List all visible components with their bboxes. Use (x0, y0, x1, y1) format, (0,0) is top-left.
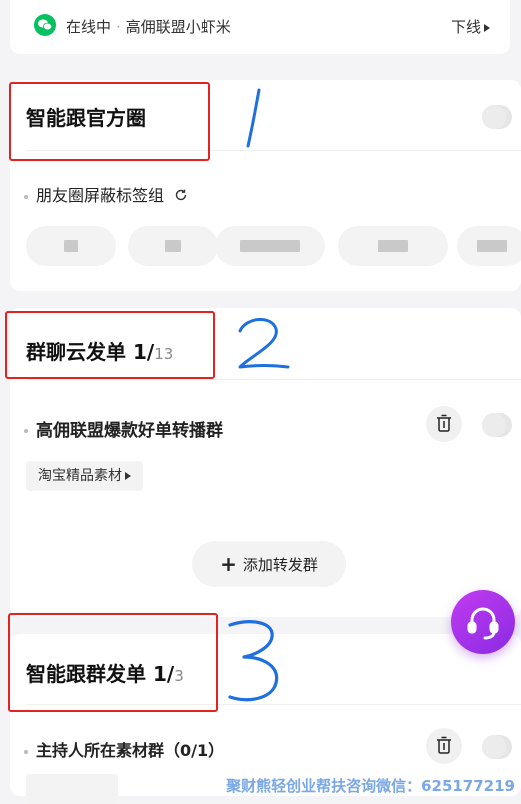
annotation-number-2 (238, 318, 290, 369)
customer-service-button[interactable] (451, 590, 515, 654)
add-forward-group-button[interactable]: + 添加转发群 (192, 541, 346, 587)
moments-row-label: 朋友圈屏蔽标签组 (24, 182, 188, 206)
smart-group-toggle[interactable] (482, 735, 512, 759)
material-select[interactable]: 淘宝精品素材 (26, 461, 143, 491)
tag-chip[interactable] (128, 226, 218, 266)
caret-right-icon (484, 23, 490, 32)
caret-right-icon (125, 472, 131, 480)
plus-icon: + (220, 552, 237, 576)
tag-chip[interactable] (215, 226, 325, 266)
logout-label: 下线 (450, 18, 481, 36)
moments-tag-group-label: 朋友圈屏蔽标签组 (36, 186, 165, 205)
divider (26, 379, 521, 380)
online-status: 在线中 (66, 18, 112, 36)
status-text: 在线中 · 高佣联盟小虾米 (66, 18, 231, 36)
material-placeholder[interactable] (26, 774, 118, 804)
annotation-box-2 (5, 311, 215, 379)
tag-chip[interactable] (457, 226, 521, 266)
annotation-number-3 (228, 620, 279, 702)
tag-chip[interactable] (338, 226, 448, 266)
account-name: 高佣联盟小虾米 (125, 18, 231, 36)
annotation-number-1 (246, 88, 261, 148)
annotation-box-1 (9, 82, 210, 161)
add-forward-group-label: 添加转发群 (242, 556, 318, 574)
wechat-icon (34, 14, 56, 36)
headset-icon (467, 607, 499, 640)
moments-toggle[interactable] (482, 105, 512, 129)
logout-button[interactable]: 下线 (451, 16, 490, 37)
trash-icon[interactable] (426, 728, 462, 764)
host-group-label: 主持人所在素材群（0/1） (36, 741, 225, 760)
annotation-box-3 (8, 613, 218, 712)
trash-icon[interactable] (426, 406, 462, 442)
tag-chip[interactable] (26, 226, 116, 266)
contact-watermark: 聚财熊轻创业帮扶咨询微信：625177219 (226, 777, 515, 795)
host-group-row-label: 主持人所在素材群（0/1） (24, 737, 224, 761)
status-bar: 在线中 · 高佣联盟小虾米 下线 (10, 0, 510, 54)
group-row-label: 高佣联盟爆款好单转播群 (24, 416, 223, 441)
group-name: 高佣联盟爆款好单转播群 (36, 421, 223, 441)
group-send-toggle[interactable] (482, 413, 512, 437)
material-label: 淘宝精品素材 (38, 468, 122, 484)
refresh-icon[interactable] (174, 187, 188, 206)
